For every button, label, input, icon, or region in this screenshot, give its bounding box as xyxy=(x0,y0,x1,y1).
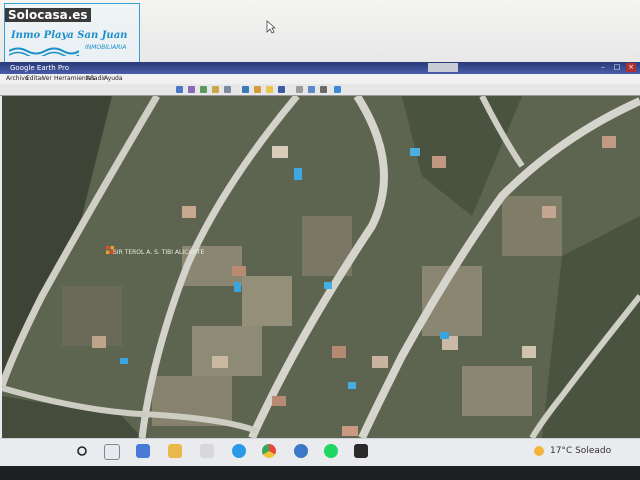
placemark-icon[interactable] xyxy=(188,86,195,93)
sunlight-icon[interactable] xyxy=(266,86,273,93)
weather-sun-icon[interactable] xyxy=(534,446,544,456)
agency-watermark: Solocasa.es Inmo Playa San Juan INMOBILI… xyxy=(4,3,140,63)
window-titlebar[interactable] xyxy=(0,62,640,74)
epic-icon[interactable] xyxy=(354,444,368,458)
overlay-icon[interactable] xyxy=(224,86,231,93)
task-view-icon[interactable] xyxy=(104,444,120,460)
ruler-icon[interactable] xyxy=(296,86,303,93)
titlebar-controls-panel xyxy=(428,63,458,72)
google-maps-icon[interactable] xyxy=(334,86,341,93)
tour-icon[interactable] xyxy=(242,86,249,93)
satellite-map-view[interactable] xyxy=(2,96,640,438)
menu-ayuda[interactable]: Ayuda xyxy=(104,75,123,82)
minimize-button[interactable]: – xyxy=(598,63,608,72)
menu-ver[interactable]: Ver xyxy=(42,75,52,82)
polygon-icon[interactable] xyxy=(200,86,207,93)
search-icon[interactable] xyxy=(76,445,88,457)
planet-icon[interactable] xyxy=(278,86,285,93)
file-explorer-icon[interactable] xyxy=(136,444,150,458)
watermark-agency-sub: INMOBILIARIA xyxy=(85,44,127,51)
maximize-button[interactable]: □ xyxy=(612,63,622,72)
wave-logo-icon xyxy=(9,47,79,56)
watermark-agency-name: Inmo Playa San Juan xyxy=(11,30,128,41)
email-icon[interactable] xyxy=(308,86,315,93)
weather-status[interactable]: 17°C Soleado xyxy=(550,446,611,456)
print-icon[interactable] xyxy=(320,86,327,93)
menu-anadir[interactable]: Añadir xyxy=(86,75,106,82)
monitor-bezel-bottom xyxy=(0,466,640,480)
watermark-site: Solocasa.es xyxy=(5,8,91,22)
mouse-cursor-icon xyxy=(266,20,276,34)
history-icon[interactable] xyxy=(254,86,261,93)
path-icon[interactable] xyxy=(212,86,219,93)
windows-taskbar xyxy=(0,438,640,467)
sidebar-toggle-icon[interactable] xyxy=(176,86,183,93)
mail-icon[interactable] xyxy=(168,444,182,458)
satellite-imagery xyxy=(2,96,640,438)
google-earth-icon[interactable] xyxy=(294,444,308,458)
window-title: Google Earth Pro xyxy=(10,64,70,72)
close-button[interactable]: × xyxy=(626,63,636,72)
spotify-icon[interactable] xyxy=(324,444,338,458)
folder-icon[interactable] xyxy=(200,444,214,458)
placemark-label: SIR TEROL A. S. TIBI ALICANTE xyxy=(113,249,205,256)
chrome-icon[interactable] xyxy=(262,444,276,458)
edge-icon[interactable] xyxy=(232,444,246,458)
